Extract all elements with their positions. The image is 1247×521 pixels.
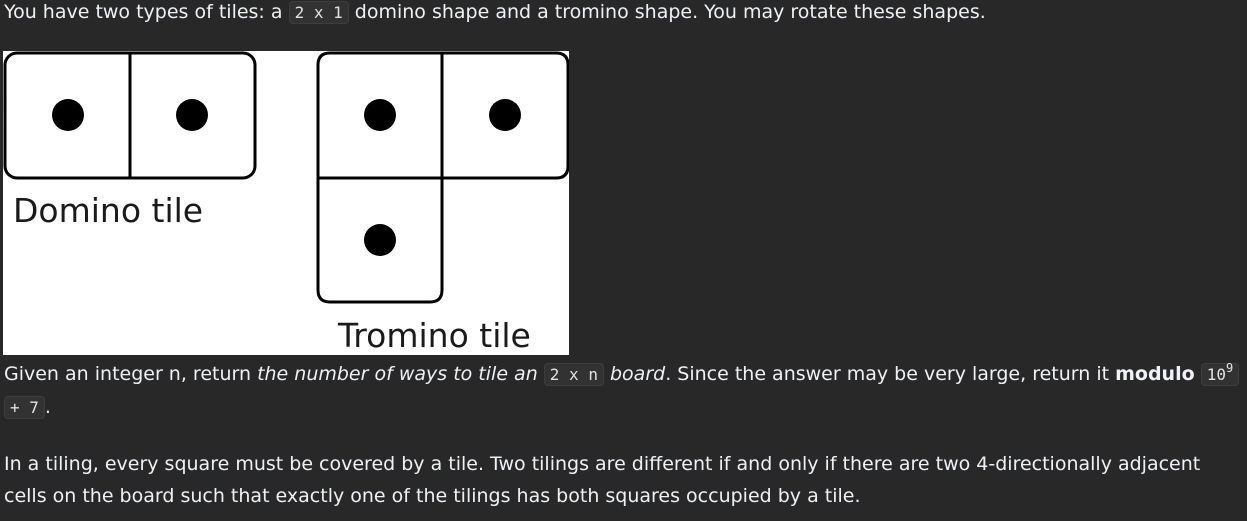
intro-suffix: domino shape and a tromino shape. You ma… — [348, 1, 986, 23]
tromino-label: Tromino tile — [337, 316, 531, 355]
problem-paragraph-line2: + 7. — [4, 395, 51, 420]
intro-paragraph: You have two types of tiles: a 2 x 1 dom… — [4, 0, 986, 25]
problem-paragraph-line1: Given an integer n, return the number of… — [4, 361, 1240, 387]
para2-italic2: board — [603, 363, 666, 385]
intro-code-2x1: 2 x 1 — [288, 1, 349, 24]
para2-bold-modulo: modulo — [1115, 363, 1195, 385]
mod-base: 10 — [1206, 365, 1226, 384]
domino-shape — [3, 51, 257, 180]
domino-label: Domino tile — [13, 191, 203, 230]
intro-prefix: You have two types of tiles: a — [4, 1, 289, 23]
para2-modulo-tail: + 7 — [4, 396, 45, 419]
para2-italic1: the number of ways to tile an — [257, 363, 544, 385]
para2-part1: Given an integer n, return — [4, 363, 258, 385]
mod-exponent: 9 — [1225, 361, 1234, 375]
tiling-paragraph-line1: In a tiling, every square must be covere… — [4, 453, 1201, 475]
para2-code-2xn: 2 x n — [543, 363, 604, 386]
tiles-figure: Domino tile Tromino tile — [3, 51, 569, 355]
tromino-shape — [316, 51, 569, 304]
tiles-diagram: Domino tile Tromino tile — [3, 51, 569, 355]
para2-part2: . Since the answer may be very large, re… — [665, 363, 1116, 385]
para2-modulo-code: 109 — [1200, 361, 1240, 386]
para2-end: . — [44, 396, 51, 418]
tiling-paragraph-line2: cells on the board such that exactly one… — [4, 485, 861, 507]
